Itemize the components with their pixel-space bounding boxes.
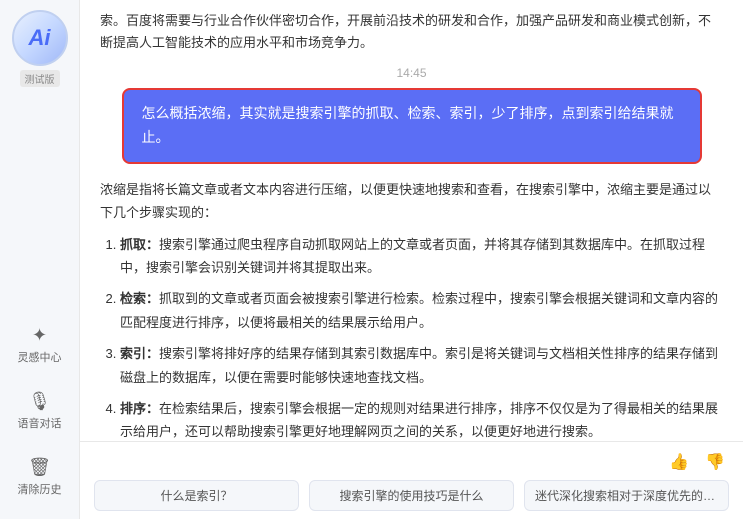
step-4: 排序：在检索结果后，搜索引擎会根据一定的规则对结果进行排序，排序不仅仅是为了得最… bbox=[120, 397, 723, 441]
suggestions-bar: 什么是索引？ 搜索引擎的使用技巧是什么 迷代深化搜索相对于深度优先的优势是什么 bbox=[94, 480, 729, 511]
step-4-title: 排序： bbox=[120, 401, 159, 416]
sidebar-label-inspiration: 灵感中心 bbox=[18, 349, 62, 365]
step-3-content: 搜索引擎将排好序的结果存储到其索引数据库中。索引是将关键词与文档相关性排序的结果… bbox=[120, 346, 718, 384]
step-1-content: 搜索引擎通过爬虫程序自动抓取网站上的文章或者页面，并将其存储到其数据库中。在抓取… bbox=[120, 237, 705, 275]
voice-icon: 🎙 bbox=[28, 391, 51, 412]
suggestion-1[interactable]: 什么是索引？ bbox=[94, 480, 299, 511]
clear-icon: 🗑 bbox=[28, 457, 51, 478]
step-1: 抓取：搜索引擎通过爬虫程序自动抓取网站上的文章或者页面，并将其存储到其数据库中。… bbox=[120, 233, 723, 280]
thumbs-down-icon[interactable]: 👎 bbox=[701, 450, 729, 474]
message-timestamp: 14:45 bbox=[100, 66, 723, 80]
user-message-bubble: 怎么概括浓缩，其实就是搜索引擎的抓取、检索、索引，少了排序，点到索引给结果就止。 bbox=[122, 88, 702, 164]
steps-list: 抓取：搜索引擎通过爬虫程序自动抓取网站上的文章或者页面，并将其存储到其数据库中。… bbox=[100, 233, 723, 441]
step-1-title: 抓取： bbox=[120, 237, 159, 252]
sidebar-item-voice[interactable]: 🎙 语音对话 bbox=[0, 387, 79, 435]
step-3: 索引：搜索引擎将排好序的结果存储到其索引数据库中。索引是将关键词与文档相关性排序… bbox=[120, 342, 723, 389]
step-2-title: 检索： bbox=[120, 291, 159, 306]
step-2-content: 抓取到的文章或者页面会被搜索引擎进行检索。检索过程中，搜索引擎会根据关键词和文章… bbox=[120, 291, 718, 329]
main-panel: 索。百度将需要与行业合作伙伴密切合作，开展前沿技术的研发和合作，加强产品研发和商… bbox=[80, 0, 743, 519]
sidebar-label-clear: 清除历史 bbox=[18, 481, 62, 497]
step-2: 检索：抓取到的文章或者页面会被搜索引擎进行检索。检索过程中，搜索引擎会根据关键词… bbox=[120, 287, 723, 334]
step-3-title: 索引： bbox=[120, 346, 159, 361]
sidebar-item-clear[interactable]: 🗑 清除历史 bbox=[0, 453, 79, 501]
sidebar-label-voice: 语音对话 bbox=[18, 415, 62, 431]
continuation-text: 索。百度将需要与行业合作伙伴密切合作，开展前沿技术的研发和合作，加强产品研发和商… bbox=[100, 10, 723, 54]
bottom-bar: 👍 👎 什么是索引？ 搜索引擎的使用技巧是什么 迷代深化搜索相对于深度优先的优势… bbox=[80, 441, 743, 519]
action-bar: 👍 👎 bbox=[94, 450, 729, 474]
sidebar-item-inspiration[interactable]: ✦ 灵感中心 bbox=[0, 321, 79, 369]
user-message-container: 怎么概括浓缩，其实就是搜索引擎的抓取、检索、索引，少了排序，点到索引给结果就止。 bbox=[100, 88, 723, 164]
step-4-content: 在检索结果后，搜索引擎会根据一定的规则对结果进行排序，排序不仅仅是为了得最相关的… bbox=[120, 401, 718, 439]
version-badge: 测试版 bbox=[20, 70, 60, 87]
thumbs-up-icon[interactable]: 👍 bbox=[665, 450, 693, 474]
logo: Ai bbox=[12, 10, 68, 66]
logo-text: Ai bbox=[29, 25, 51, 51]
ai-response: 浓缩是指将长篇文章或者文本内容进行压缩，以便更快速地搜索和查看，在搜索引擎中，浓… bbox=[100, 178, 723, 441]
suggestion-3[interactable]: 迷代深化搜索相对于深度优先的优势是什么 bbox=[524, 480, 729, 511]
ai-intro-text: 浓缩是指将长篇文章或者文本内容进行压缩，以便更快速地搜索和查看，在搜索引擎中，浓… bbox=[100, 178, 723, 225]
suggestion-2[interactable]: 搜索引擎的使用技巧是什么 bbox=[309, 480, 514, 511]
inspiration-icon: ✦ bbox=[32, 325, 47, 346]
sidebar: Ai 测试版 ✦ 灵感中心 🎙 语音对话 🗑 清除历史 bbox=[0, 0, 80, 519]
chat-area[interactable]: 索。百度将需要与行业合作伙伴密切合作，开展前沿技术的研发和合作，加强产品研发和商… bbox=[80, 0, 743, 441]
